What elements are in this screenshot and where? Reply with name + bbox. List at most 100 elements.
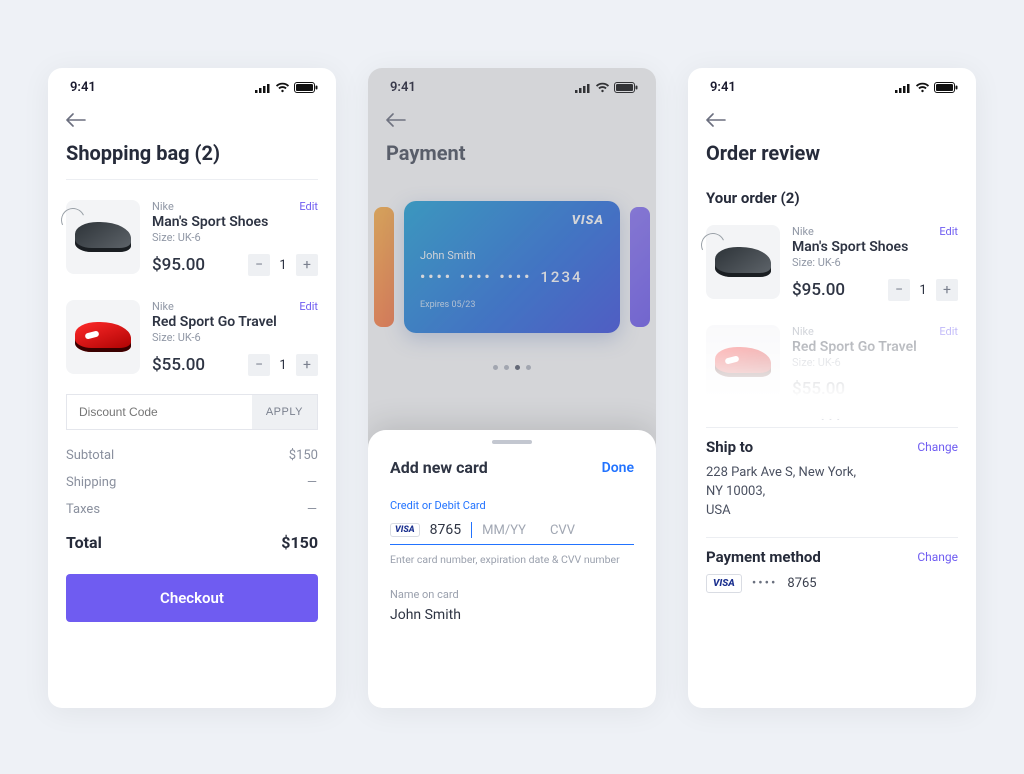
back-button[interactable] [66,113,86,127]
cart-item: Edit Nike Red Sport Go Travel Size: UK-6… [706,315,958,413]
card-number-input[interactable]: 8765 [430,522,461,538]
product-thumbnail[interactable] [66,300,140,374]
qty-plus-button[interactable]: + [296,254,318,276]
change-payment-link[interactable]: Change [917,550,958,564]
cart-items: Edit Nike Man's Sport Shoes Size: UK-6 $… [48,180,336,390]
taxes-label: Taxes [66,502,100,517]
product-name: Man's Sport Shoes [792,239,958,255]
ship-to-block: Ship to Change 228 Park Ave S, New York,… [688,428,976,537]
qty-value: 1 [272,258,294,273]
page-title: Order review [706,141,958,165]
sheet-handle[interactable] [492,440,532,444]
pm-mask: •••• [752,576,778,591]
product-name: Man's Sport Shoes [152,214,318,230]
done-button[interactable]: Done [602,460,634,476]
name-on-card-input[interactable]: John Smith [390,607,634,623]
your-order-heading: Your order (2) [688,179,976,211]
shoe-image [75,322,131,352]
screen-shopping-bag: 9:41 Shopping bag (2) Edit Nike Man's Sp… [48,68,336,708]
helper-text: Enter card number, expiration date & CVV… [390,553,634,566]
more-indicator: ••• [706,411,958,427]
product-size: Size: UK-6 [792,356,958,369]
quantity-stepper: − 1 + [248,254,318,276]
screen-order-review: 9:41 Order review Your order (2) Edit Ni… [688,68,976,708]
wifi-icon [915,82,930,93]
card-input[interactable]: VISA 8765 MM/YY CVV [390,518,634,545]
product-price: $55.00 [792,379,845,399]
qty-minus-button[interactable]: − [248,354,270,376]
subtotal-label: Subtotal [66,448,114,463]
battery-icon [294,82,318,93]
discount-input[interactable] [67,395,252,429]
status-icons [255,82,318,93]
wifi-icon [275,82,290,93]
product-size: Size: UK-6 [152,231,318,244]
cvv-placeholder[interactable]: CVV [550,523,575,538]
status-bar: 9:41 [48,68,336,103]
visa-chip-icon: VISA [390,523,420,537]
edit-link[interactable]: Edit [299,300,318,313]
product-brand: Nike [792,225,958,238]
arrow-left-icon [66,113,86,127]
product-size: Size: UK-6 [152,331,318,344]
product-thumbnail[interactable] [706,225,780,299]
status-bar: 9:41 [688,68,976,103]
change-shipping-link[interactable]: Change [917,440,958,454]
apply-button[interactable]: APPLY [252,395,317,429]
page-header: Shopping bag (2) [48,103,336,179]
qty-plus-button[interactable]: + [296,354,318,376]
address-line: USA [706,502,958,521]
product-price: $95.00 [152,255,205,275]
product-thumbnail[interactable] [706,325,780,399]
qty-minus-button[interactable]: − [248,254,270,276]
shoe-image [75,222,131,252]
product-name: Red Sport Go Travel [152,314,318,330]
checkout-button[interactable]: Checkout [66,574,318,622]
shoe-image [715,347,771,377]
cart-item: Edit Nike Man's Sport Shoes Size: UK-6 $… [66,190,318,290]
status-time: 9:41 [710,80,736,95]
shoe-image [715,247,771,277]
edit-link[interactable]: Edit [299,200,318,213]
product-brand: Nike [792,325,958,338]
qty-value: 1 [912,283,934,298]
payment-method-block: Payment method Change VISA •••• 8765 [688,538,976,609]
discount-row: APPLY [66,394,318,430]
qty-minus-button[interactable]: − [888,279,910,301]
input-cursor [471,522,472,538]
quantity-stepper: − 1 + [248,354,318,376]
qty-plus-button[interactable]: + [936,279,958,301]
quantity-stepper: − 1 + [888,279,958,301]
name-label: Name on card [390,588,634,601]
back-button[interactable] [706,113,726,127]
review-items: Edit Nike Man's Sport Shoes Size: UK-6 $… [688,211,976,427]
signal-icon [255,83,271,93]
qty-value: 1 [272,358,294,373]
address-line: 228 Park Ave S, New York, [706,464,958,483]
cart-item: Edit Nike Man's Sport Shoes Size: UK-6 $… [706,215,958,315]
address-line: NY 10003, [706,483,958,502]
card-field-label: Credit or Debit Card [390,499,634,512]
status-time: 9:41 [70,80,96,95]
totals: Subtotal$150 Shipping— Taxes— Total$150 [48,442,336,558]
edit-link[interactable]: Edit [939,225,958,238]
page-title: Shopping bag (2) [66,141,318,165]
sheet-title: Add new card [390,458,488,477]
payment-method-label: Payment method [706,548,821,566]
page-header: Order review [688,103,976,179]
edit-link[interactable]: Edit [939,325,958,338]
product-price: $55.00 [152,355,205,375]
battery-icon [934,82,958,93]
product-thumbnail[interactable] [66,200,140,274]
taxes-value: — [307,502,318,517]
shipping-value: — [307,475,318,490]
payment-method-row[interactable]: VISA •••• 8765 [706,574,958,593]
product-name: Red Sport Go Travel [792,339,958,355]
screen-payment: 9:41 Payment VISA John Smith •••• •••• •… [368,68,656,708]
expiry-placeholder[interactable]: MM/YY [482,523,526,538]
pm-last4: 8765 [787,576,816,591]
total-value: $150 [281,533,318,552]
subtotal-value: $150 [289,448,318,463]
visa-chip-icon: VISA [706,574,742,593]
product-price: $95.00 [792,280,845,300]
